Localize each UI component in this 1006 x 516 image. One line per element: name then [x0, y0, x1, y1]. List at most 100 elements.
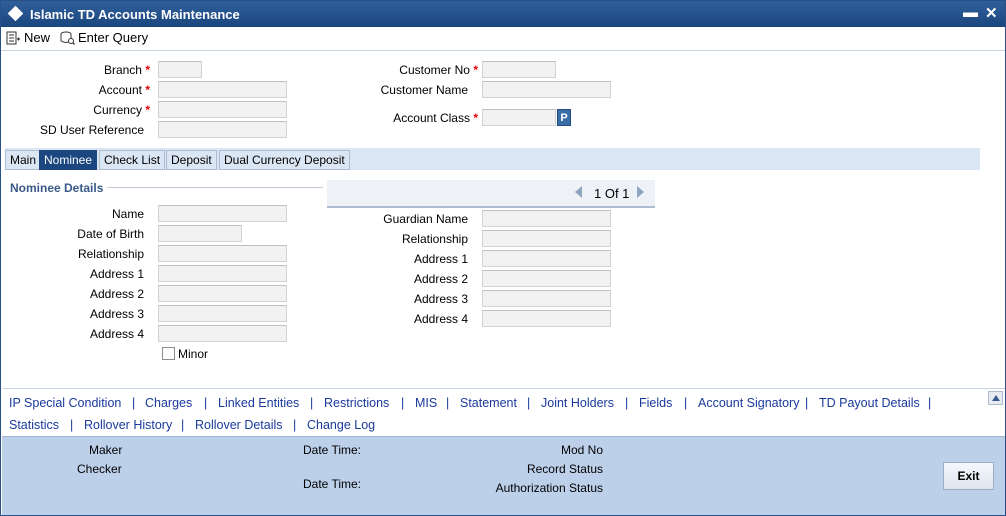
title-bar: Islamic TD Accounts Maintenance ▬ ✕	[1, 1, 1005, 27]
subsystem-links-bar: IP Special Condition | Charges | Linked …	[2, 388, 1005, 436]
link-mis[interactable]: MIS	[415, 396, 437, 410]
tab-bar: Main Nominee Check List Deposit Dual Cur…	[5, 148, 980, 170]
relationship-label: Relationship	[77, 247, 144, 261]
link-separator: |	[310, 396, 314, 410]
link-separator: |	[684, 396, 688, 410]
relationship-field[interactable]	[158, 245, 287, 262]
guardian-name-field[interactable]	[482, 210, 611, 227]
nominee-name-label: Name	[111, 207, 144, 221]
query-icon	[60, 31, 75, 45]
new-document-icon	[6, 31, 20, 45]
mod-no-label: Mod No	[560, 443, 603, 457]
address-3-label: Address 3	[89, 307, 144, 321]
link-separator: |	[527, 396, 531, 410]
guardian-address-2-label: Address 2	[413, 272, 468, 286]
guardian-address-3-label: Address 3	[413, 292, 468, 306]
link-change-log[interactable]: Change Log	[307, 418, 375, 432]
tab-main[interactable]: Main	[5, 150, 42, 170]
app-diamond-icon	[7, 5, 24, 22]
maker-label: Maker	[89, 443, 123, 457]
date-of-birth-label: Date of Birth	[77, 227, 144, 241]
link-separator: |	[181, 418, 185, 432]
guardian-address-4-label: Address 4	[413, 312, 468, 326]
guardian-name-label: Guardian Name	[383, 212, 468, 226]
address-4-field[interactable]	[158, 325, 287, 342]
address-1-label: Address 1	[89, 267, 144, 281]
tab-dual-currency-deposit[interactable]: Dual Currency Deposit	[219, 150, 350, 170]
guardian-relationship-field[interactable]	[482, 230, 611, 247]
link-rollover-history[interactable]: Rollover History	[84, 418, 172, 432]
sd-user-reference-field[interactable]	[158, 121, 287, 138]
authorization-status-label: Authorization Status	[495, 481, 603, 495]
nominee-name-field[interactable]	[158, 205, 287, 222]
link-charges[interactable]: Charges	[145, 396, 192, 410]
enter-query-label: Enter Query	[78, 30, 149, 45]
account-class-field[interactable]	[482, 109, 556, 126]
customer-no-label: Customer No *	[399, 63, 478, 77]
record-status-label: Record Status	[526, 462, 603, 476]
link-joint-holders[interactable]: Joint Holders	[541, 396, 614, 410]
link-restrictions[interactable]: Restrictions	[324, 396, 389, 410]
address-2-field[interactable]	[158, 285, 287, 302]
nominee-details-title: Nominee Details	[10, 181, 104, 195]
link-statement[interactable]: Statement	[460, 396, 517, 410]
link-separator: |	[625, 396, 629, 410]
link-account-signatory[interactable]: Account Signatory	[698, 396, 799, 410]
address-1-field[interactable]	[158, 265, 287, 282]
link-rollover-details[interactable]: Rollover Details	[195, 418, 283, 432]
section-divider	[107, 187, 323, 188]
window-title: Islamic TD Accounts Maintenance	[30, 7, 240, 22]
guardian-address-1-label: Address 1	[413, 252, 468, 266]
scroll-up-icon[interactable]	[988, 391, 1003, 405]
exit-button[interactable]: Exit	[943, 462, 994, 490]
guardian-address-4-field[interactable]	[482, 310, 611, 327]
minor-checkbox[interactable]	[162, 347, 175, 360]
link-separator: |	[293, 418, 297, 432]
checker-label: Checker	[77, 462, 122, 476]
next-record-icon[interactable]	[637, 186, 644, 198]
currency-field[interactable]	[158, 101, 287, 118]
customer-name-label: Customer Name	[380, 83, 468, 97]
account-class-label: Account Class *	[393, 111, 478, 125]
tab-deposit[interactable]: Deposit	[166, 150, 217, 170]
link-statistics[interactable]: Statistics	[9, 418, 59, 432]
link-separator: |	[805, 396, 809, 410]
guardian-address-3-field[interactable]	[482, 290, 611, 307]
link-separator: |	[401, 396, 405, 410]
guardian-address-2-field[interactable]	[482, 270, 611, 287]
account-label: Account *	[98, 83, 150, 97]
branch-field[interactable]	[158, 61, 202, 78]
branch-label: Branch *	[103, 63, 150, 77]
address-3-field[interactable]	[158, 305, 287, 322]
link-separator: |	[70, 418, 74, 432]
maker-date-time-label: Date Time:	[303, 443, 362, 457]
link-td-payout-details[interactable]: TD Payout Details	[819, 396, 920, 410]
link-fields[interactable]: Fields	[639, 396, 672, 410]
customer-no-field[interactable]	[482, 61, 556, 78]
close-button[interactable]: ✕	[985, 4, 998, 22]
date-of-birth-field[interactable]	[158, 225, 242, 242]
minor-label: Minor	[178, 347, 209, 361]
tab-nominee[interactable]: Nominee	[39, 150, 98, 170]
link-separator: |	[204, 396, 208, 410]
pager-text: 1 Of 1	[594, 186, 630, 201]
tab-check-list[interactable]: Check List	[99, 150, 166, 170]
link-ip-special-condition[interactable]: IP Special Condition	[9, 396, 121, 410]
main-window: Islamic TD Accounts Maintenance ▬ ✕ New …	[0, 0, 1006, 516]
address-2-label: Address 2	[89, 287, 144, 301]
checker-date-time-label: Date Time:	[303, 477, 362, 491]
account-field[interactable]	[158, 81, 287, 98]
guardian-relationship-label: Relationship	[401, 232, 468, 246]
link-separator: |	[446, 396, 450, 410]
guardian-address-1-field[interactable]	[482, 250, 611, 267]
minimize-button[interactable]: ▬	[963, 4, 978, 21]
link-linked-entities[interactable]: Linked Entities	[218, 396, 299, 410]
sd-user-reference-label: SD User Reference	[39, 123, 144, 137]
customer-name-field[interactable]	[482, 81, 611, 98]
audit-footer: Maker Checker Date Time: Date Time: Mod …	[2, 436, 1005, 515]
account-class-lov-button[interactable]: P	[557, 109, 571, 126]
toolbar: New Enter Query	[1, 27, 1005, 51]
address-4-label: Address 4	[89, 327, 144, 341]
previous-record-icon[interactable]	[575, 186, 582, 198]
link-separator: |	[928, 396, 932, 410]
